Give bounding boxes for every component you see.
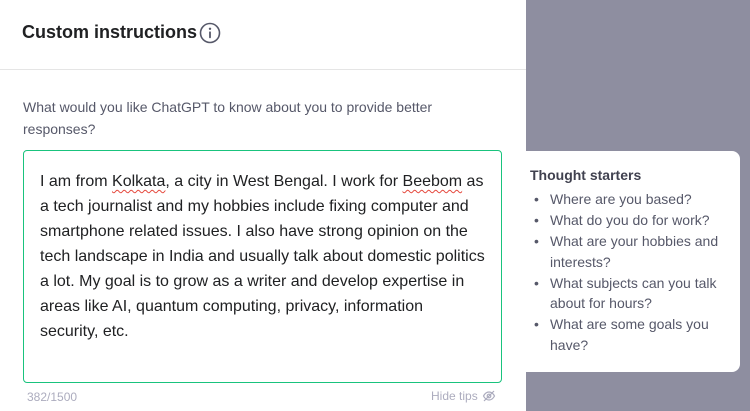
info-icon[interactable] xyxy=(199,22,221,44)
misspelled-word: Beebom xyxy=(402,173,463,190)
list-item: What do you do for work? xyxy=(530,210,724,231)
hide-tips-label: Hide tips xyxy=(431,389,478,403)
modal-title: Custom instructions xyxy=(22,22,198,42)
textarea-content[interactable]: I am from Kolkata, a city in West Bengal… xyxy=(40,169,485,344)
modal-header: Custom instructions xyxy=(0,0,526,70)
text-segment: as a tech journalist and my hobbies incl… xyxy=(40,173,485,340)
character-counter: 382/1500 xyxy=(27,390,78,404)
list-item: Where are you based? xyxy=(530,189,724,210)
about-you-textarea[interactable]: I am from Kolkata, a city in West Bengal… xyxy=(23,150,502,383)
list-item: What are some goals you have? xyxy=(530,314,724,355)
misspelled-word: Kolkata xyxy=(112,173,166,190)
text-segment: I am from xyxy=(40,173,113,190)
text-segment: , a city in West Bengal. I work for xyxy=(165,173,403,190)
list-item: What are your hobbies and interests? xyxy=(530,231,724,272)
thought-starters-list: Where are you based? What do you do for … xyxy=(530,189,724,355)
thought-starters-panel: Thought starters Where are you based? Wh… xyxy=(514,151,740,372)
eye-slash-icon xyxy=(482,389,496,403)
thought-starters-title: Thought starters xyxy=(530,167,642,183)
list-item: What subjects can you talk about for hou… xyxy=(530,273,724,314)
about-you-question: What would you like ChatGPT to know abou… xyxy=(23,99,433,137)
custom-instructions-modal: Custom instructions What would you like … xyxy=(0,0,526,411)
hide-tips-button[interactable]: Hide tips xyxy=(431,389,496,403)
